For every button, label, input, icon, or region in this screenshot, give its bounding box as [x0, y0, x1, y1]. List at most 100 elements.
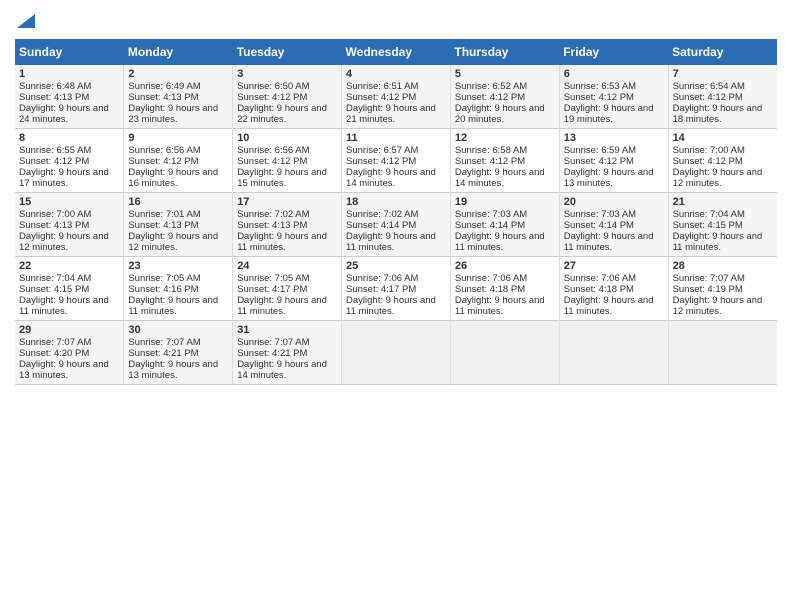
sunrise-text: Sunrise: 6:55 AM [19, 145, 91, 156]
daylight-label: Daylight: 9 hours and 13 minutes. [564, 167, 654, 189]
day-number: 7 [673, 68, 773, 80]
sunset-text: Sunset: 4:12 PM [19, 156, 89, 167]
day-number: 27 [564, 260, 664, 272]
daylight-label: Daylight: 9 hours and 11 minutes. [346, 231, 436, 253]
calendar-header: Sunday Monday Tuesday Wednesday Thursday… [15, 39, 777, 65]
calendar-cell: 24Sunrise: 7:05 AMSunset: 4:17 PMDayligh… [233, 257, 342, 321]
calendar-cell: 19Sunrise: 7:03 AMSunset: 4:14 PMDayligh… [450, 193, 559, 257]
col-saturday: Saturday [668, 39, 777, 65]
day-number: 22 [19, 260, 119, 272]
sunrise-text: Sunrise: 6:53 AM [564, 81, 636, 92]
day-number: 21 [673, 196, 773, 208]
calendar-cell: 4Sunrise: 6:51 AMSunset: 4:12 PMDaylight… [342, 65, 451, 129]
calendar-row: 15Sunrise: 7:00 AMSunset: 4:13 PMDayligh… [15, 193, 777, 257]
sunset-text: Sunset: 4:15 PM [19, 284, 89, 295]
daylight-label: Daylight: 9 hours and 18 minutes. [673, 103, 763, 125]
sunset-text: Sunset: 4:14 PM [346, 220, 416, 231]
daylight-label: Daylight: 9 hours and 11 minutes. [19, 295, 109, 317]
sunset-text: Sunset: 4:20 PM [19, 348, 89, 359]
daylight-label: Daylight: 9 hours and 12 minutes. [673, 167, 763, 189]
calendar-cell: 5Sunrise: 6:52 AMSunset: 4:12 PMDaylight… [450, 65, 559, 129]
day-number: 30 [128, 324, 228, 336]
col-monday: Monday [124, 39, 233, 65]
daylight-label: Daylight: 9 hours and 23 minutes. [128, 103, 218, 125]
sunrise-text: Sunrise: 7:01 AM [128, 209, 200, 220]
sunrise-text: Sunrise: 6:58 AM [455, 145, 527, 156]
day-number: 12 [455, 132, 555, 144]
sunrise-text: Sunrise: 7:04 AM [19, 273, 91, 284]
calendar-cell: 21Sunrise: 7:04 AMSunset: 4:15 PMDayligh… [668, 193, 777, 257]
daylight-label: Daylight: 9 hours and 20 minutes. [455, 103, 545, 125]
daylight-label: Daylight: 9 hours and 11 minutes. [564, 231, 654, 253]
calendar-cell: 30Sunrise: 7:07 AMSunset: 4:21 PMDayligh… [124, 321, 233, 385]
daylight-label: Daylight: 9 hours and 11 minutes. [564, 295, 654, 317]
calendar-cell: 26Sunrise: 7:06 AMSunset: 4:18 PMDayligh… [450, 257, 559, 321]
calendar-cell: 27Sunrise: 7:06 AMSunset: 4:18 PMDayligh… [559, 257, 668, 321]
daylight-label: Daylight: 9 hours and 22 minutes. [237, 103, 327, 125]
daylight-label: Daylight: 9 hours and 12 minutes. [19, 231, 109, 253]
col-wednesday: Wednesday [342, 39, 451, 65]
sunset-text: Sunset: 4:18 PM [455, 284, 525, 295]
sunset-text: Sunset: 4:16 PM [128, 284, 198, 295]
sunset-text: Sunset: 4:12 PM [237, 92, 307, 103]
sunset-text: Sunset: 4:12 PM [673, 156, 743, 167]
sunset-text: Sunset: 4:13 PM [128, 220, 198, 231]
sunrise-text: Sunrise: 7:07 AM [19, 337, 91, 348]
calendar-cell: 9Sunrise: 6:56 AMSunset: 4:12 PMDaylight… [124, 129, 233, 193]
header [15, 10, 777, 33]
calendar-row: 8Sunrise: 6:55 AMSunset: 4:12 PMDaylight… [15, 129, 777, 193]
day-number: 28 [673, 260, 773, 272]
sunset-text: Sunset: 4:12 PM [455, 156, 525, 167]
daylight-label: Daylight: 9 hours and 11 minutes. [673, 231, 763, 253]
calendar-cell: 14Sunrise: 7:00 AMSunset: 4:12 PMDayligh… [668, 129, 777, 193]
calendar-cell: 18Sunrise: 7:02 AMSunset: 4:14 PMDayligh… [342, 193, 451, 257]
sunrise-text: Sunrise: 6:52 AM [455, 81, 527, 92]
sunset-text: Sunset: 4:13 PM [19, 220, 89, 231]
daylight-label: Daylight: 9 hours and 24 minutes. [19, 103, 109, 125]
calendar-cell: 8Sunrise: 6:55 AMSunset: 4:12 PMDaylight… [15, 129, 124, 193]
daylight-label: Daylight: 9 hours and 12 minutes. [128, 231, 218, 253]
sunset-text: Sunset: 4:12 PM [564, 92, 634, 103]
sunset-text: Sunset: 4:12 PM [564, 156, 634, 167]
day-number: 19 [455, 196, 555, 208]
day-number: 6 [564, 68, 664, 80]
daylight-label: Daylight: 9 hours and 12 minutes. [673, 295, 763, 317]
day-number: 11 [346, 132, 446, 144]
sunrise-text: Sunrise: 7:05 AM [237, 273, 309, 284]
sunset-text: Sunset: 4:14 PM [455, 220, 525, 231]
daylight-label: Daylight: 9 hours and 19 minutes. [564, 103, 654, 125]
calendar-body: 1Sunrise: 6:48 AMSunset: 4:13 PMDaylight… [15, 65, 777, 385]
daylight-label: Daylight: 9 hours and 11 minutes. [455, 295, 545, 317]
sunrise-text: Sunrise: 6:54 AM [673, 81, 745, 92]
day-number: 29 [19, 324, 119, 336]
daylight-label: Daylight: 9 hours and 14 minutes. [237, 359, 327, 381]
daylight-label: Daylight: 9 hours and 14 minutes. [455, 167, 545, 189]
calendar-cell: 16Sunrise: 7:01 AMSunset: 4:13 PMDayligh… [124, 193, 233, 257]
sunrise-text: Sunrise: 7:06 AM [564, 273, 636, 284]
day-number: 4 [346, 68, 446, 80]
calendar-cell: 10Sunrise: 6:56 AMSunset: 4:12 PMDayligh… [233, 129, 342, 193]
sunrise-text: Sunrise: 7:07 AM [128, 337, 200, 348]
day-number: 17 [237, 196, 337, 208]
calendar-cell: 2Sunrise: 6:49 AMSunset: 4:13 PMDaylight… [124, 65, 233, 129]
sunrise-text: Sunrise: 6:59 AM [564, 145, 636, 156]
calendar-cell: 3Sunrise: 6:50 AMSunset: 4:12 PMDaylight… [233, 65, 342, 129]
sunrise-text: Sunrise: 7:00 AM [673, 145, 745, 156]
daylight-label: Daylight: 9 hours and 11 minutes. [237, 231, 327, 253]
day-number: 3 [237, 68, 337, 80]
day-number: 1 [19, 68, 119, 80]
calendar-cell: 7Sunrise: 6:54 AMSunset: 4:12 PMDaylight… [668, 65, 777, 129]
calendar-cell [668, 321, 777, 385]
day-number: 15 [19, 196, 119, 208]
sunset-text: Sunset: 4:12 PM [237, 156, 307, 167]
sunset-text: Sunset: 4:12 PM [455, 92, 525, 103]
sunrise-text: Sunrise: 6:50 AM [237, 81, 309, 92]
calendar-cell: 12Sunrise: 6:58 AMSunset: 4:12 PMDayligh… [450, 129, 559, 193]
day-number: 16 [128, 196, 228, 208]
sunrise-text: Sunrise: 6:57 AM [346, 145, 418, 156]
day-number: 14 [673, 132, 773, 144]
day-number: 23 [128, 260, 228, 272]
sunrise-text: Sunrise: 7:07 AM [237, 337, 309, 348]
sunset-text: Sunset: 4:14 PM [564, 220, 634, 231]
sunrise-text: Sunrise: 7:05 AM [128, 273, 200, 284]
